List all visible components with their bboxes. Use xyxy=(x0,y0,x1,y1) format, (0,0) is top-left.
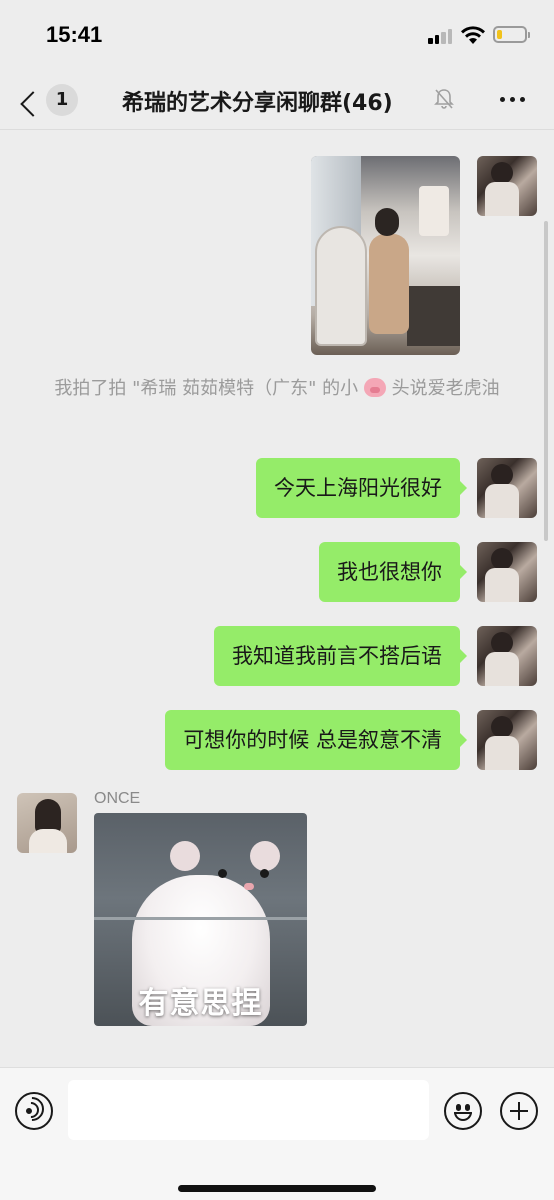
outgoing-message[interactable]: 可想你的时候 总是叙意不清 xyxy=(165,710,467,770)
input-bar xyxy=(0,1067,554,1200)
system-message-text-after: 头说爱老虎油 xyxy=(391,378,500,399)
bell-slash-icon xyxy=(434,89,454,109)
status-time: 15:41 xyxy=(46,22,103,47)
avatar-self[interactable] xyxy=(477,626,537,686)
battery-icon xyxy=(493,26,530,43)
voice-button[interactable] xyxy=(15,1092,53,1130)
battery-level xyxy=(497,30,502,39)
scrollbar[interactable] xyxy=(544,221,548,541)
ellipsis-icon xyxy=(500,97,505,102)
chevron-left-icon xyxy=(20,91,46,117)
chat-area[interactable]: 我拍了拍 "希瑞 茹茹模特（广东" 的小 头说爱老虎油 今天上海阳光很好 我也很… xyxy=(0,131,554,1067)
cellular-signal-icon xyxy=(428,28,454,44)
status-bar: 15:41 xyxy=(0,0,554,70)
nav-bar: 1 希瑞的艺术分享闲聊群(46) xyxy=(0,70,554,130)
more-actions-button[interactable] xyxy=(500,1092,538,1130)
outgoing-message[interactable]: 我也很想你 xyxy=(319,542,467,602)
avatar-self[interactable] xyxy=(477,458,537,518)
pig-icon xyxy=(363,378,386,397)
avatar-once[interactable] xyxy=(17,793,77,853)
wifi-icon xyxy=(461,26,485,44)
sticker-message[interactable]: 有意思捏 xyxy=(94,813,307,1026)
emoji-button[interactable] xyxy=(444,1092,482,1130)
avatar-self[interactable] xyxy=(477,710,537,770)
outgoing-message[interactable]: 今天上海阳光很好 xyxy=(256,458,467,518)
avatar-self[interactable] xyxy=(477,542,537,602)
unread-count-badge: 1 xyxy=(46,84,78,116)
chat-title: 希瑞的艺术分享闲聊群(46) xyxy=(122,91,393,116)
outgoing-message[interactable]: 我知道我前言不搭后语 xyxy=(214,626,467,686)
sticker-caption: 有意思捏 xyxy=(138,986,263,1021)
smile-icon xyxy=(456,1104,461,1111)
home-indicator xyxy=(178,1185,376,1192)
system-pat-message: 我拍了拍 "希瑞 茹茹模特（广东" 的小 头说爱老虎油 xyxy=(40,375,514,402)
more-options-button[interactable] xyxy=(496,84,530,114)
message-input[interactable] xyxy=(68,1080,429,1140)
sender-name: ONCE xyxy=(94,790,141,807)
avatar-self[interactable] xyxy=(477,156,537,216)
back-button[interactable]: 1 xyxy=(14,80,84,120)
photo-message[interactable] xyxy=(311,156,460,355)
system-message-text: 我拍了拍 "希瑞 茹茹模特（广东" 的小 xyxy=(54,378,359,399)
